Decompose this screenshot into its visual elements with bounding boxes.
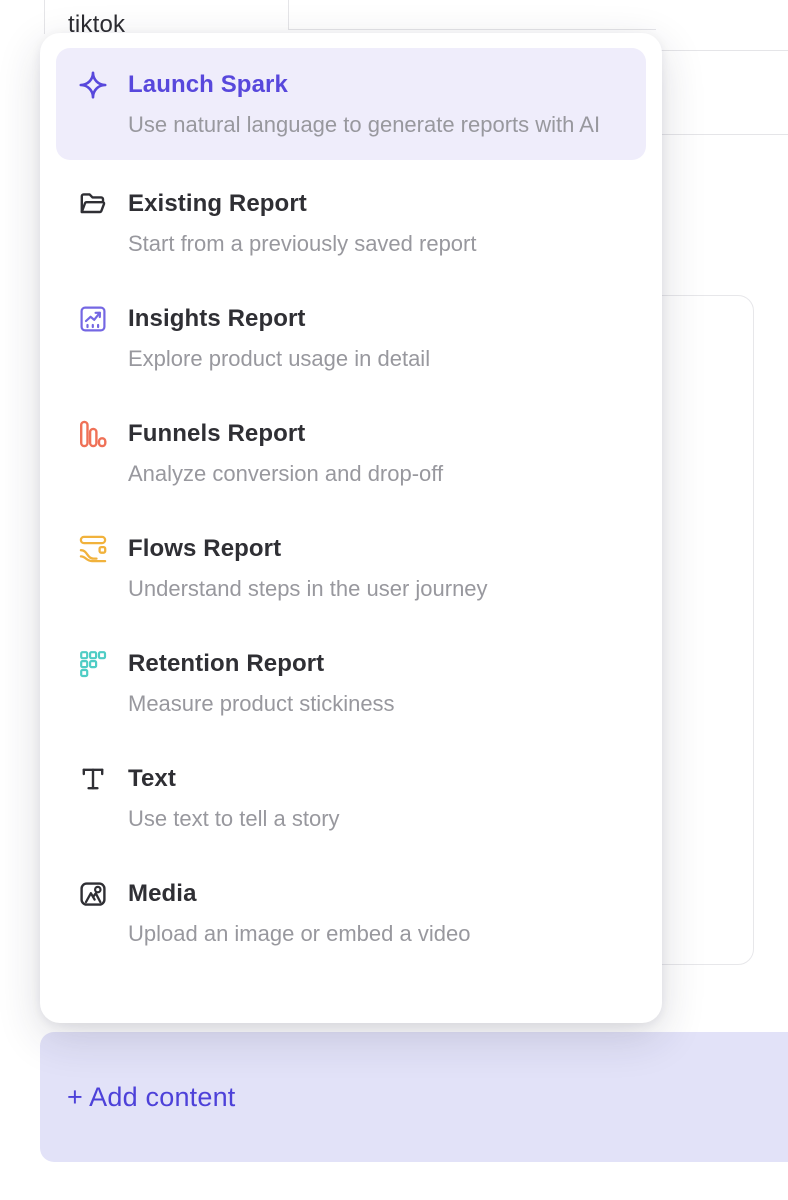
menu-item-description: Upload an image or embed a video bbox=[128, 918, 470, 949]
menu-item-text[interactable]: Text Use text to tell a story bbox=[40, 741, 662, 856]
retention-grid-icon bbox=[78, 649, 108, 679]
menu-item-description: Explore product usage in detail bbox=[128, 343, 430, 374]
menu-item-retention-report[interactable]: Retention Report Measure product stickin… bbox=[40, 626, 662, 741]
folder-open-icon bbox=[78, 189, 108, 219]
board-grid-line bbox=[288, 29, 656, 30]
menu-item-title: Insights Report bbox=[128, 302, 430, 335]
menu-item-flows-report[interactable]: Flows Report Understand steps in the use… bbox=[40, 511, 662, 626]
board-grid-line bbox=[44, 0, 45, 34]
menu-item-description: Use natural language to generate reports… bbox=[128, 109, 600, 140]
menu-item-title: Text bbox=[128, 762, 340, 795]
flows-icon bbox=[78, 534, 108, 564]
menu-item-title: Flows Report bbox=[128, 532, 488, 565]
menu-item-funnels-report[interactable]: Funnels Report Analyze conversion and dr… bbox=[40, 396, 662, 511]
board-grid-line bbox=[288, 0, 289, 30]
menu-item-title: Retention Report bbox=[128, 647, 395, 680]
menu-item-launch-spark[interactable]: Launch Spark Use natural language to gen… bbox=[56, 48, 646, 160]
menu-item-media[interactable]: Media Upload an image or embed a video bbox=[40, 856, 662, 971]
menu-item-description: Measure product stickiness bbox=[128, 688, 395, 719]
menu-item-title: Launch Spark bbox=[128, 68, 600, 101]
spark-icon bbox=[78, 70, 108, 100]
menu-item-description: Analyze conversion and drop-off bbox=[128, 458, 443, 489]
funnels-bars-icon bbox=[78, 419, 108, 449]
menu-item-description: Use text to tell a story bbox=[128, 803, 340, 834]
text-icon bbox=[78, 764, 108, 794]
menu-item-title: Existing Report bbox=[128, 187, 476, 220]
board-grid-line bbox=[660, 50, 788, 51]
board-grid-line bbox=[660, 134, 788, 135]
insights-chart-icon bbox=[78, 304, 108, 334]
add-content-label: + Add content bbox=[67, 1082, 236, 1113]
menu-item-description: Understand steps in the user journey bbox=[128, 573, 488, 604]
media-image-icon bbox=[78, 879, 108, 909]
add-content-menu: Launch Spark Use natural language to gen… bbox=[40, 33, 662, 1023]
menu-item-description: Start from a previously saved report bbox=[128, 228, 476, 259]
menu-item-title: Media bbox=[128, 877, 470, 910]
menu-item-existing-report[interactable]: Existing Report Start from a previously … bbox=[40, 166, 662, 281]
menu-item-insights-report[interactable]: Insights Report Explore product usage in… bbox=[40, 281, 662, 396]
menu-item-title: Funnels Report bbox=[128, 417, 443, 450]
add-content-button[interactable]: + Add content bbox=[40, 1032, 788, 1162]
